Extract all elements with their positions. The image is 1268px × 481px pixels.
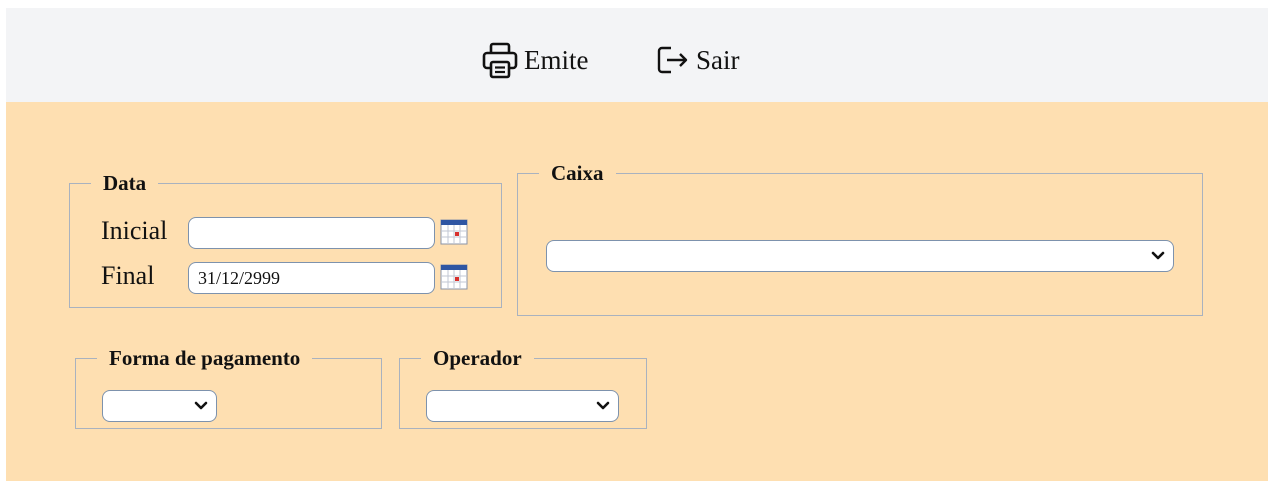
filter-form: Data Inicial Final 31/12/2999 Caixa Form…	[6, 102, 1268, 481]
chevron-down-icon	[596, 399, 610, 417]
caixa-select[interactable]	[546, 240, 1174, 272]
inicial-label: Inicial	[101, 216, 168, 245]
exit-icon	[652, 40, 692, 80]
toolbar: Emite Sair	[6, 8, 1268, 102]
sair-label: Sair	[696, 44, 740, 75]
operador-legend: Operador	[433, 346, 522, 370]
inicial-date-input[interactable]	[188, 217, 435, 249]
chevron-down-icon	[194, 399, 208, 417]
final-label: Final	[101, 261, 155, 290]
printer-icon	[480, 40, 520, 80]
operador-select[interactable]	[426, 390, 619, 422]
page: Emite Sair Data Inicial Final 31/12/2999…	[0, 0, 1268, 481]
data-legend: Data	[103, 171, 147, 195]
emite-label: Emite	[524, 44, 589, 75]
forma-pagamento-select[interactable]	[102, 390, 217, 422]
caixa-legend: Caixa	[551, 161, 604, 185]
emite-button[interactable]: Emite	[480, 38, 588, 82]
chevron-down-icon	[1151, 249, 1165, 267]
sair-button[interactable]: Sair	[652, 38, 740, 82]
forma-pagamento-legend: Forma de pagamento	[109, 346, 301, 370]
caixa-group: Caixa	[517, 161, 1203, 316]
calendar-icon[interactable]	[440, 264, 468, 290]
final-date-input[interactable]	[188, 262, 435, 294]
calendar-icon[interactable]	[440, 219, 468, 245]
